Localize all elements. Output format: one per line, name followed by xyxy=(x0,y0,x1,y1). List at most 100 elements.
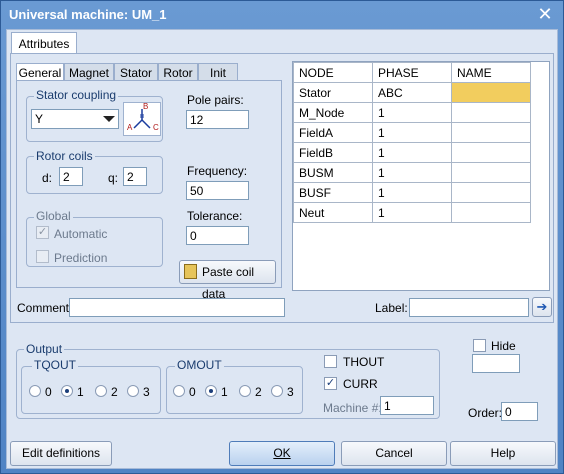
help-label: Help xyxy=(490,446,516,460)
edit-definitions-button[interactable]: Edit definitions xyxy=(10,441,112,466)
node-cell[interactable]: Stator xyxy=(293,82,373,103)
name-cell[interactable] xyxy=(451,142,531,163)
phase-cell[interactable]: 1 xyxy=(372,102,452,123)
name-cell[interactable] xyxy=(451,82,531,103)
cancel-button[interactable]: Cancel xyxy=(341,441,447,466)
curr-label: CURR xyxy=(343,377,378,391)
edit-definitions-label: Edit definitions xyxy=(21,446,101,460)
tqout-radio-3[interactable] xyxy=(127,385,139,397)
tqout-radio-1[interactable] xyxy=(61,385,73,397)
stator-coupling-select[interactable]: Y xyxy=(31,109,119,129)
phase-c-label: C xyxy=(153,123,159,132)
node-cell[interactable]: Neut xyxy=(293,202,373,223)
omout-radio-1[interactable] xyxy=(205,385,217,397)
omout-radio-0[interactable] xyxy=(173,385,185,397)
column-header-node: NODE xyxy=(293,62,373,83)
ok-label: OK xyxy=(273,446,291,460)
table-row[interactable]: Neut 1 xyxy=(293,202,531,223)
automatic-checkbox[interactable]: ✓ xyxy=(36,226,49,239)
table-row[interactable]: M_Node 1 xyxy=(293,102,531,123)
table-row[interactable]: FieldA 1 xyxy=(293,122,531,143)
node-table: NODE PHASE NAME Stator ABC M_Node 1 FieldA… xyxy=(292,61,550,291)
hide-input[interactable] xyxy=(472,354,520,373)
global-label: Global xyxy=(34,209,73,223)
help-button[interactable]: Help xyxy=(450,441,556,466)
machine-number-input[interactable] xyxy=(380,396,434,415)
tab-attributes[interactable]: Attributes xyxy=(11,32,77,54)
thout-checkbox[interactable] xyxy=(324,355,337,368)
q-label: q: xyxy=(108,171,119,185)
name-cell[interactable] xyxy=(451,202,531,223)
node-cell[interactable]: BUSF xyxy=(293,182,373,203)
pole-pairs-label: Pole pairs: xyxy=(187,93,244,107)
frequency-input[interactable] xyxy=(186,181,249,200)
dialog-window: Universal machine: UM_1 ✕ Attributes Gen… xyxy=(0,0,564,474)
omout-radio-3[interactable] xyxy=(271,385,283,397)
tab-stator[interactable]: Stator xyxy=(114,63,158,81)
hide-checkbox[interactable] xyxy=(473,339,486,352)
close-icon[interactable]: ✕ xyxy=(535,4,555,24)
stator-coupling-label: Stator coupling xyxy=(34,88,119,102)
d-label: d: xyxy=(42,171,53,185)
tolerance-label: Tolerance: xyxy=(187,209,243,223)
table-row[interactable]: Stator ABC xyxy=(293,82,531,103)
hide-label: Hide xyxy=(491,339,516,353)
label-field-label: Label: xyxy=(375,301,408,315)
table-header-row: NODE PHASE NAME xyxy=(293,62,531,83)
tqout-radio-2[interactable] xyxy=(95,385,107,397)
phase-cell[interactable]: 1 xyxy=(372,122,452,143)
wye-coupling-icon: B A C xyxy=(123,102,161,136)
q-input[interactable] xyxy=(123,167,147,186)
name-cell[interactable] xyxy=(451,182,531,203)
order-input[interactable] xyxy=(501,402,538,421)
tolerance-input[interactable] xyxy=(186,226,249,245)
ok-button[interactable]: OK xyxy=(229,441,335,466)
phase-cell[interactable]: 1 xyxy=(372,202,452,223)
prediction-label: Prediction xyxy=(54,251,108,265)
rotor-coils-label: Rotor coils xyxy=(34,149,95,163)
omout-label: OMOUT xyxy=(175,358,224,372)
omout-option-3: 3 xyxy=(287,385,294,399)
column-header-phase: PHASE xyxy=(372,62,452,83)
omout-radio-2[interactable] xyxy=(239,385,251,397)
name-cell[interactable] xyxy=(451,122,531,143)
comment-input[interactable] xyxy=(69,298,285,317)
automatic-label: Automatic xyxy=(54,227,108,241)
paste-coil-data-button[interactable]: Paste coil data xyxy=(179,260,276,301)
node-cell[interactable]: M_Node xyxy=(293,102,373,123)
name-cell[interactable] xyxy=(451,102,531,123)
dialog-client-area: Attributes General Magnet Stator Rotor I… xyxy=(6,29,558,469)
tab-rotor[interactable]: Rotor xyxy=(158,63,198,81)
node-cell[interactable]: FieldB xyxy=(293,142,373,163)
node-cell[interactable]: BUSM xyxy=(293,162,373,183)
prediction-checkbox[interactable] xyxy=(36,250,49,263)
table-row[interactable]: FieldB 1 xyxy=(293,142,531,163)
curr-checkbox[interactable]: ✓ xyxy=(324,377,337,390)
tab-init[interactable]: Init xyxy=(198,63,238,81)
tab-magnet[interactable]: Magnet xyxy=(64,63,114,81)
thout-label: THOUT xyxy=(343,355,385,369)
window-title: Universal machine: UM_1 xyxy=(9,7,167,22)
clipboard-icon xyxy=(184,264,197,279)
phase-cell[interactable]: 1 xyxy=(372,182,452,203)
tqout-radio-0[interactable] xyxy=(29,385,41,397)
node-grid: NODE PHASE NAME Stator ABC M_Node 1 FieldA… xyxy=(293,62,531,223)
phase-cell[interactable]: 1 xyxy=(372,142,452,163)
phase-b-label: B xyxy=(143,102,149,111)
node-cell[interactable]: FieldA xyxy=(293,122,373,143)
label-input[interactable] xyxy=(409,298,529,317)
omout-option-2: 2 xyxy=(255,385,262,399)
title-bar: Universal machine: UM_1 xyxy=(1,1,563,29)
phase-cell[interactable]: ABC xyxy=(372,82,452,103)
table-row[interactable]: BUSM 1 xyxy=(293,162,531,183)
machine-number-label: Machine #: xyxy=(323,401,382,415)
name-cell[interactable] xyxy=(451,162,531,183)
arrow-right-icon[interactable]: ➔ xyxy=(532,297,552,317)
phase-a-label: A xyxy=(127,123,133,132)
phase-cell[interactable]: 1 xyxy=(372,162,452,183)
tqout-option-3: 3 xyxy=(143,385,150,399)
tqout-label: TQOUT xyxy=(32,358,78,372)
d-input[interactable] xyxy=(59,167,83,186)
pole-pairs-input[interactable] xyxy=(186,110,249,129)
table-row[interactable]: BUSF 1 xyxy=(293,182,531,203)
